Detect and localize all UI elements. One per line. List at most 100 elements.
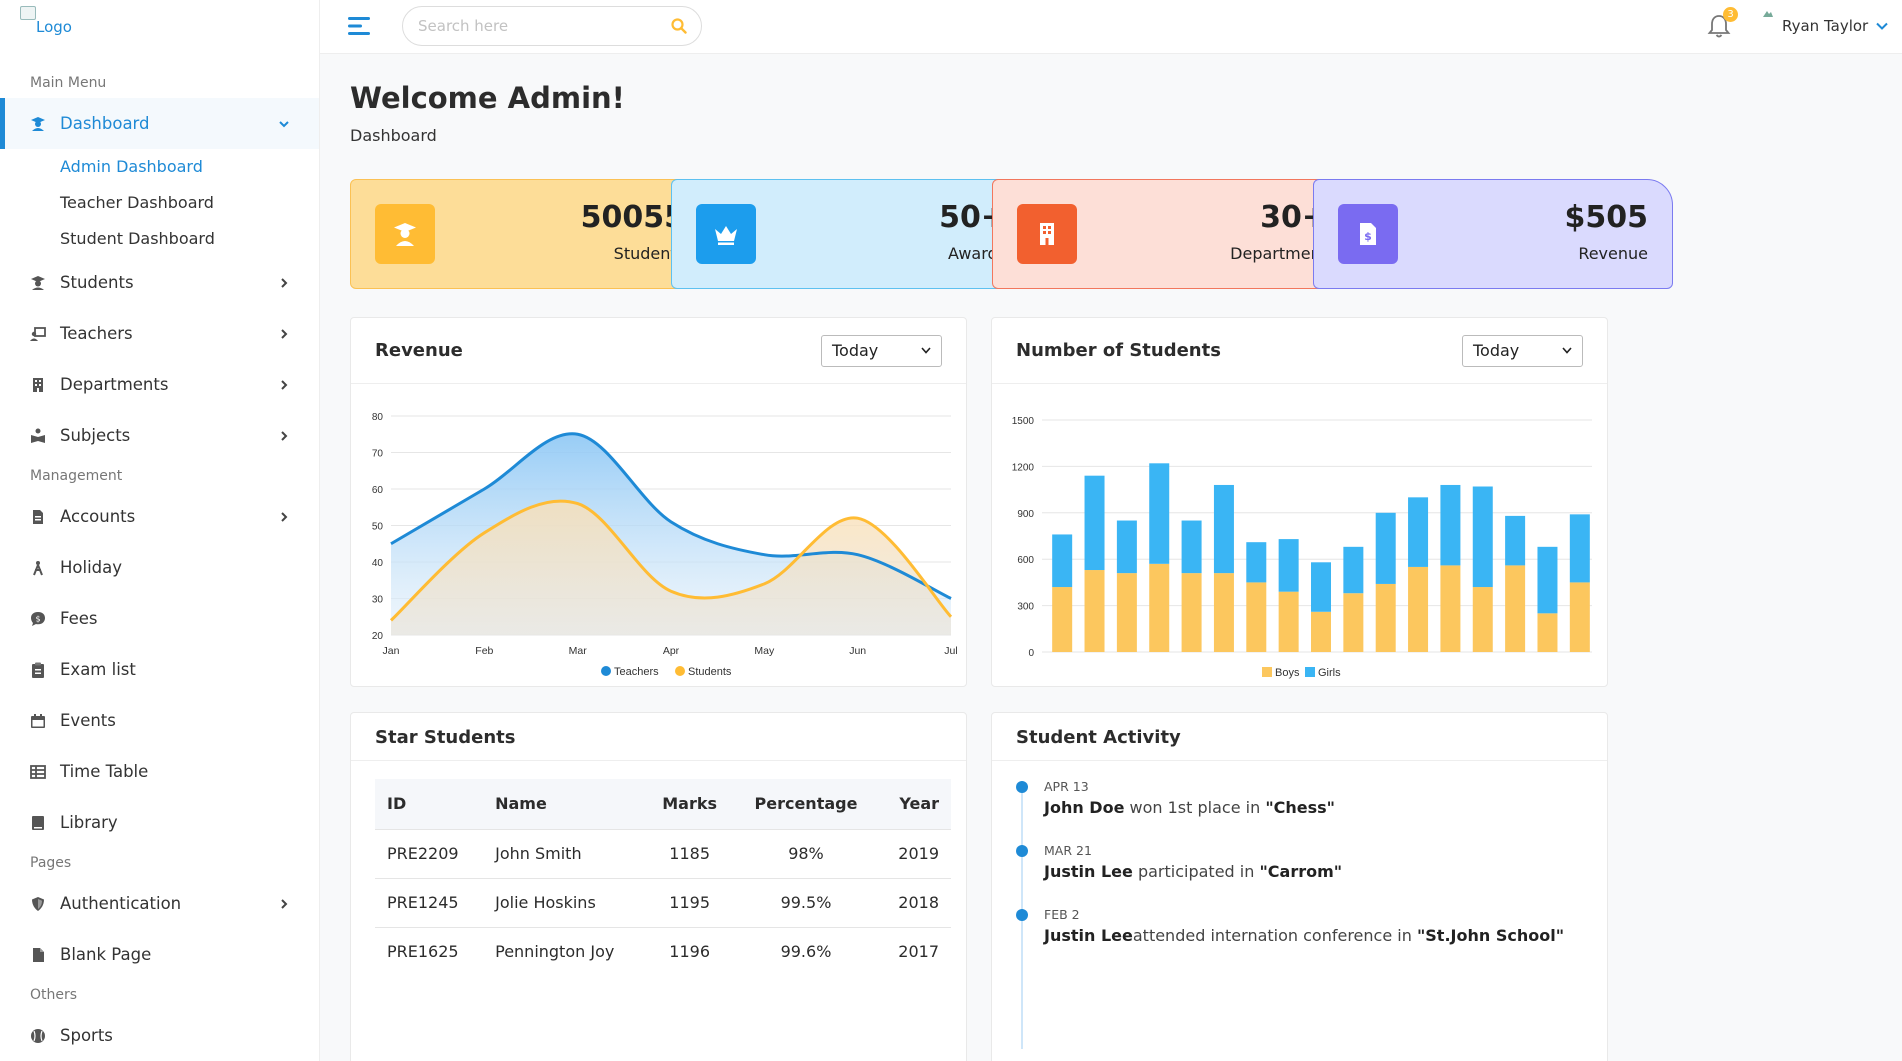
table-header-row: ID Name Marks Percentage Year [375,779,951,829]
stat-card-students: 50055 Students [350,179,710,289]
cell-marks: 1185 [645,828,735,878]
chevron-right-icon [281,379,288,390]
calendar-icon [31,713,45,728]
card-header: Number of Students Today [992,318,1607,384]
revenue-period-select[interactable]: Today [821,334,942,367]
cell-marks: 1196 [645,926,735,976]
bar-girls [1537,546,1558,614]
bar-girls [1505,515,1526,566]
bar-girls [1311,562,1331,612]
menu-toggle-icon[interactable] [348,15,372,37]
sidebar-item-sports[interactable]: Sports [0,1010,319,1061]
sidebar-item-holiday[interactable]: Holiday [0,542,319,593]
y-tick-label: 20 [372,631,384,642]
sidebar-item-label: Sports [60,1026,113,1045]
bar-boys [1440,565,1461,652]
chevron-right-icon [281,430,288,441]
sidebar-item-subjects[interactable]: Subjects [0,410,319,461]
crown-icon [715,226,737,245]
bar-girls [1343,546,1364,594]
revenue-area-chart: 20 30 40 50 60 70 80 Jan Feb Mar Apr May Jun Jul Teach… [372,412,958,678]
sidebar-item-blank-page[interactable]: Blank Page [0,929,319,980]
bar-boys [1278,591,1299,652]
bar-girls [1149,463,1170,564]
activity-text: Justin Leeattended internation conferenc… [1044,926,1587,945]
sidebar-item-label: Departments [60,375,169,394]
sidebar-subitem-student-dashboard[interactable]: Student Dashboard [0,221,319,257]
table-row[interactable]: PRE1245 Jolie Hoskins 1195 99.5% 2018 [375,877,951,927]
activity-action: attended internation conference in [1132,926,1412,945]
cell-percentage: 98% [734,828,878,878]
star-students-card: Star Students ID Name Marks Percentage Y… [350,712,967,1061]
sidebar-item-accounts[interactable]: Accounts [0,491,319,542]
user-menu[interactable]: Ryan Taylor [1762,8,1888,44]
bar-girls [1181,520,1202,574]
bar-boys [1408,566,1429,652]
bar-boys [1149,563,1170,652]
sidebar-item-authentication[interactable]: Authentication [0,878,319,929]
shield-icon [32,896,44,911]
sidebar-item-label: Dashboard [60,114,150,133]
sidebar-subitem-teacher-dashboard[interactable]: Teacher Dashboard [0,185,319,221]
sidebar-item-exam-list[interactable]: Exam list [0,644,319,695]
cell-id: PRE2209 [375,828,484,878]
legend-marker [601,666,611,676]
legend-label: Students [688,666,732,678]
search-icon[interactable] [671,18,687,34]
bar-girls [1116,520,1137,574]
y-tick-label: 600 [1017,555,1034,566]
notification-button[interactable]: 3 [1706,7,1738,39]
search-input[interactable] [418,17,671,35]
table-row[interactable]: PRE1625 Pennington Joy 1196 99.6% 2017 [375,926,951,976]
bar-boys [1181,573,1202,652]
activity-date: FEB 2 [1044,907,1080,922]
stat-card-revenue: $ $505 Revenue [1313,179,1673,289]
sidebar-item-departments[interactable]: Departments [0,359,319,410]
sidebar-item-events[interactable]: Events [0,695,319,746]
sidebar-item-dashboard[interactable]: Dashboard [0,98,319,149]
activity-action: won 1st place in [1129,798,1261,817]
y-tick-label: 70 [372,449,384,460]
user-name: Ryan Taylor [1782,17,1869,35]
bar-boys [1246,582,1267,652]
user-graduate-icon [31,116,45,131]
sidebar-item-label: Library [60,813,118,832]
sidebar-item-teachers[interactable]: Teachers [0,308,319,359]
logo[interactable]: Logo [0,0,319,54]
star-students-table: ID Name Marks Percentage Year PRE2209 Jo… [375,779,951,976]
bar-girls [1052,534,1073,588]
sidebar-item-label: Subjects [60,426,131,445]
cell-percentage: 99.6% [734,926,878,976]
column-header: Year [877,779,951,829]
legend-label: Boys [1275,667,1300,679]
stat-icon-box: $ [1338,204,1398,264]
cell-year: 2018 [877,877,951,927]
sidebar-item-time-table[interactable]: Time Table [0,746,319,797]
card-header: Revenue Today [351,318,966,384]
sidebar-item-students[interactable]: Students [0,257,319,308]
card-title: Number of Students [1016,340,1221,361]
activity-item: MAR 21 Justin Lee participated in "Carro… [1016,839,1587,903]
x-tick-label: Jun [849,645,866,657]
students-period-select[interactable]: Today [1462,334,1583,367]
table-row[interactable]: PRE2209 John Smith 1185 98% 2019 [375,828,951,878]
column-header: Percentage [734,779,878,829]
building-icon [33,377,43,392]
sidebar-item-fees[interactable]: $ Fees [0,593,319,644]
activity-item: APR 13 John Doe won 1st place in "Chess" [1016,775,1587,839]
cell-id: PRE1625 [375,926,484,976]
bar-boys [1116,573,1137,652]
sidebar-item-label: Fees [60,609,98,628]
y-tick-label: 0 [1028,648,1034,659]
card-title: Star Students [375,727,516,748]
bar-girls [1472,486,1493,588]
revenue-card: Revenue Today 20 30 40 50 60 70 80 Jan Feb Mar Apr… [350,317,967,687]
avatar [1763,11,1773,17]
cell-id: PRE1245 [375,877,484,927]
bar-boys [1375,583,1396,652]
cell-year: 2017 [877,926,951,976]
x-tick-label: Jan [383,645,400,657]
sidebar-subitem-admin-dashboard[interactable]: Admin Dashboard [0,149,319,185]
sidebar-item-library[interactable]: Library [0,797,319,848]
column-header: Marks [645,779,735,829]
